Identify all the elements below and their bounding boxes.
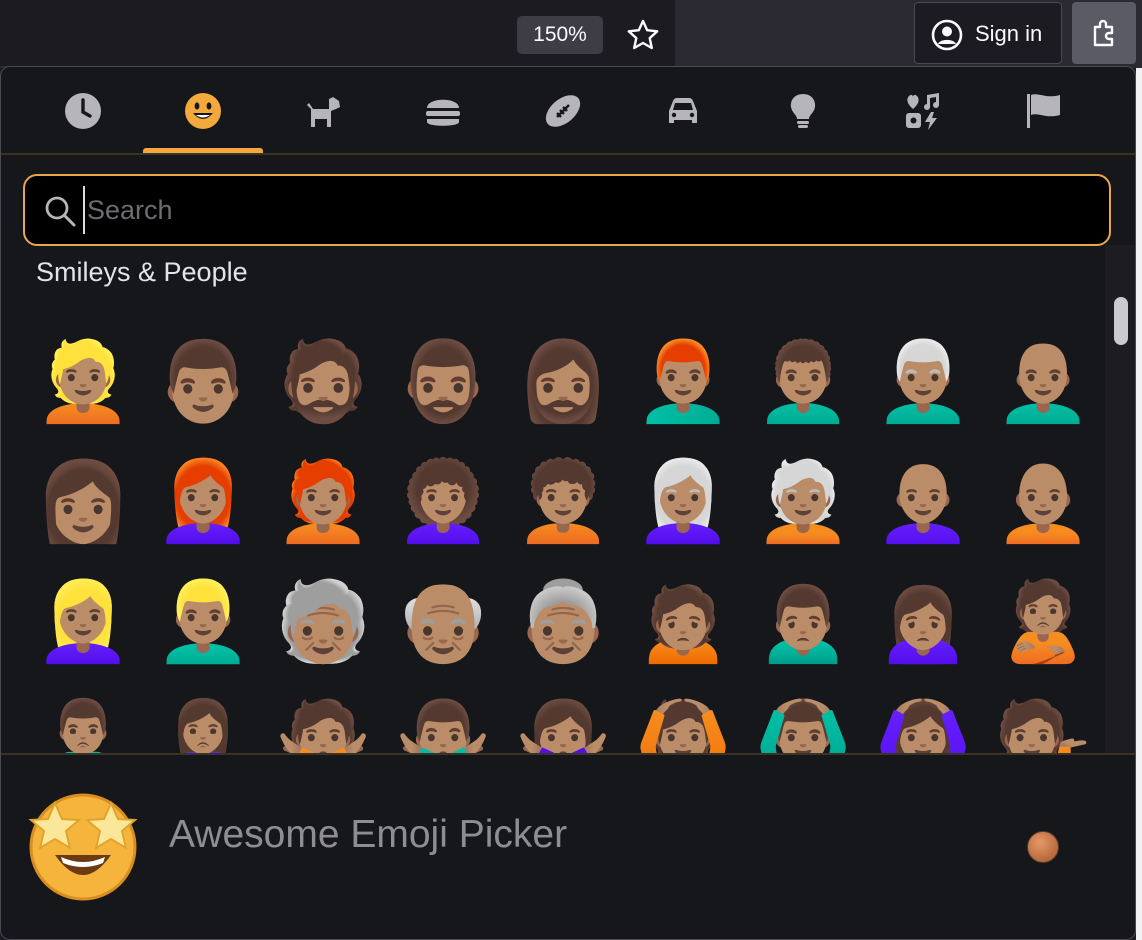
emoji-button[interactable]: 🙎🏽‍♂️ (33, 687, 133, 753)
bookmark-star-icon[interactable] (624, 16, 662, 54)
tab-animals-nature[interactable] (263, 67, 383, 153)
emoji-button[interactable]: 👨🏽‍🦲 (993, 327, 1093, 437)
tab-travel-places[interactable] (623, 67, 743, 153)
tab-recent[interactable] (23, 67, 143, 153)
account-icon (931, 19, 963, 51)
emoji-button[interactable]: 👨🏽 (153, 327, 253, 437)
emoji-button[interactable]: 🧔🏽 (273, 327, 373, 437)
emoji-button[interactable]: 🙆🏽‍♂️ (753, 687, 853, 753)
symbols-icon (906, 93, 939, 130)
sign-in-button[interactable]: Sign in (914, 2, 1062, 64)
emoji-button[interactable]: 👱🏽 (33, 327, 133, 437)
emoji-grid: 👱🏽 👨🏽 🧔🏽 🧔🏽‍♂️ 🧔🏽‍♀️ 👨🏽‍🦰 👨🏽‍🦱 👨🏽‍🦳 👨🏽‍🦲 👩🏽 👩🏽‍🦰 🧑🏽… (1, 317, 1105, 753)
star-struck-icon (28, 793, 138, 901)
emoji-button[interactable]: 🧑🏽‍🦰 (273, 447, 373, 557)
flag-icon (1027, 94, 1060, 128)
emoji-button[interactable]: 👩🏽‍🦳 (633, 447, 733, 557)
emoji-button[interactable]: 🙆🏽 (633, 687, 733, 753)
tab-smileys-people[interactable] (143, 67, 263, 153)
footer: Awesome Emoji Picker (1, 755, 1135, 939)
car-icon (669, 98, 697, 123)
app-title: Awesome Emoji Picker (169, 813, 568, 856)
emoji-button[interactable]: 👨🏽‍🦰 (633, 327, 733, 437)
tab-objects[interactable] (743, 67, 863, 153)
tab-food-drink[interactable] (383, 67, 503, 153)
football-icon (545, 95, 581, 127)
emoji-button[interactable]: 👴🏽 (393, 567, 493, 677)
dog-icon (307, 97, 340, 127)
browser-toolbar: 150% Sign in (0, 0, 1142, 68)
emoji-button[interactable]: 🙍🏽 (633, 567, 733, 677)
emoji-button[interactable]: 👩🏽‍🦰 (153, 447, 253, 557)
extensions-button[interactable] (1072, 2, 1136, 64)
skin-tone-selector[interactable] (1027, 831, 1059, 863)
tab-symbols[interactable] (863, 67, 983, 153)
puzzle-icon (1093, 19, 1114, 47)
emoji-picker-popup: Smileys & People 👱🏽👨🏽🧔🏽🧔🏽‍♂️🧔🏽‍♀️👨🏽‍🦰👨🏽‍… (0, 66, 1136, 940)
emoji-button[interactable]: 🧑🏽‍🦳 (753, 447, 853, 557)
smiley-icon (185, 93, 221, 129)
emoji-button[interactable]: 👩🏽‍🦲 (873, 447, 973, 557)
tab-activity[interactable] (503, 67, 623, 153)
lightbulb-icon (790, 94, 816, 128)
emoji-button[interactable]: 🙅🏽 (273, 687, 373, 753)
emoji-button[interactable]: 🙅🏽‍♂️ (393, 687, 493, 753)
emoji-button[interactable]: 🧔🏽‍♀️ (513, 327, 613, 437)
emoji-button[interactable]: 🙎🏽‍♀️ (153, 687, 253, 753)
burger-icon (426, 99, 460, 126)
page-edge (1136, 68, 1142, 940)
emoji-button[interactable]: 🧑🏽‍🦱 (513, 447, 613, 557)
emoji-button[interactable]: 🙆🏽‍♀️ (873, 687, 973, 753)
search-icon (45, 196, 76, 227)
emoji-button[interactable]: 👱🏽‍♀️ (33, 567, 133, 677)
emoji-button[interactable]: 🧑🏽‍🦲 (993, 447, 1093, 557)
emoji-button[interactable]: 🙍🏽‍♂️ (753, 567, 853, 677)
emoji-button[interactable]: 👨🏽‍🦳 (873, 327, 973, 437)
emoji-button[interactable]: 👵🏽 (513, 567, 613, 677)
search-box[interactable] (23, 174, 1111, 246)
sign-in-label: Sign in (975, 21, 1043, 46)
emoji-button[interactable]: 👩🏽 (33, 447, 133, 557)
search-input[interactable] (83, 186, 1077, 234)
scrollbar-thumb[interactable] (1114, 297, 1128, 345)
emoji-button[interactable]: 🧓🏽 (273, 567, 373, 677)
emoji-button[interactable]: 💁🏽 (993, 687, 1093, 753)
emoji-button[interactable]: 🙎🏽 (993, 567, 1093, 677)
tab-flags[interactable] (983, 67, 1103, 153)
clock-icon (65, 93, 101, 129)
emoji-button[interactable]: 🧔🏽‍♂️ (393, 327, 493, 437)
emoji-button[interactable]: 🙅🏽‍♀️ (513, 687, 613, 753)
emoji-button[interactable]: 👨🏽‍🦱 (753, 327, 853, 437)
category-tabs (1, 67, 1135, 153)
tabs-divider (1, 153, 1135, 155)
emoji-button[interactable]: 👩🏽‍🦱 (393, 447, 493, 557)
emoji-button[interactable]: 👱🏽‍♂️ (153, 567, 253, 677)
emoji-button[interactable]: 🙍🏽‍♀️ (873, 567, 973, 677)
section-title: Smileys & People (36, 257, 248, 287)
zoom-level-button[interactable]: 150% (517, 16, 603, 54)
